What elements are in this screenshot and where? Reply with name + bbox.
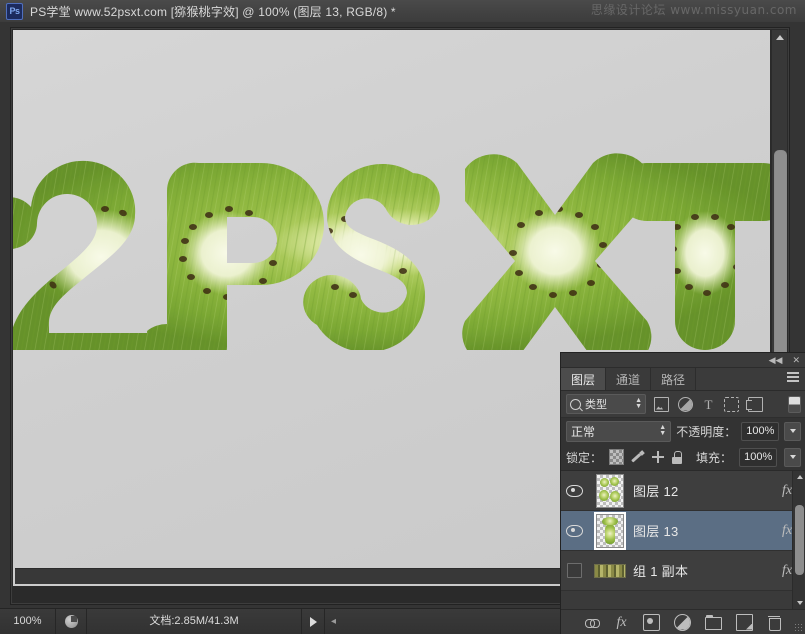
opacity-label: 不透明度： [676, 423, 736, 440]
document-size-icon [65, 615, 78, 628]
opacity-slider-button[interactable] [784, 422, 801, 441]
layer-name: 图层 12 [633, 481, 776, 500]
title-bar: Ps PS学堂 www.52psxt.com [猕猴桃字效] @ 100% (图… [0, 0, 805, 23]
filter-icon-group: T [654, 397, 763, 412]
panel-menu-icon[interactable] [787, 372, 801, 384]
lock-row: 锁定： 填充： 100% [561, 444, 805, 470]
layer-list-scroll-thumb[interactable] [795, 505, 804, 575]
layer-name: 组 1 副本 [633, 561, 776, 580]
tab-layers[interactable]: 图层 [561, 368, 606, 390]
delete-layer-icon[interactable] [767, 615, 782, 630]
scroll-up-arrow-icon[interactable] [776, 35, 784, 40]
resize-grip[interactable] [794, 623, 803, 632]
photoshop-window: Ps PS学堂 www.52psxt.com [猕猴桃字效] @ 100% (图… [0, 0, 805, 633]
type-filter-icon[interactable]: T [702, 398, 715, 411]
layer-thumbnail-cell[interactable] [587, 514, 633, 548]
layer-style-fx-icon: fx [782, 563, 792, 579]
panel-top-bar: ◀◀ ✕ [561, 353, 805, 368]
watermark-text: 思缘设计论坛 www.missyuan.com [591, 1, 797, 18]
blend-mode-row: 正常 ▲▼ 不透明度： 100% [561, 418, 805, 444]
lock-position-icon[interactable] [651, 450, 664, 464]
lock-all-icon[interactable] [670, 450, 683, 464]
new-adjustment-layer-icon[interactable] [674, 614, 691, 631]
letter-T [13, 135, 770, 350]
zoom-level[interactable]: 100% [0, 609, 56, 634]
fill-slider-button[interactable] [784, 448, 801, 467]
window-title: PS学堂 www.52psxt.com [猕猴桃字效] @ 100% (图层 1… [30, 3, 396, 20]
new-group-icon[interactable] [705, 617, 722, 630]
table-row[interactable]: 组 1 副本 fx [561, 551, 805, 591]
new-layer-icon[interactable] [736, 614, 753, 631]
opacity-value[interactable]: 100% [741, 422, 779, 441]
adjustment-filter-icon[interactable] [678, 397, 693, 412]
fill-value[interactable]: 100% [739, 448, 777, 467]
doc-size-icon-box [56, 609, 87, 634]
layer-style-fx-icon[interactable]: fx [614, 615, 629, 630]
blend-mode-dropdown[interactable]: 正常 ▲▼ [566, 421, 671, 442]
photoshop-logo-icon: Ps [6, 3, 23, 20]
layer-thumbnail-cell[interactable] [587, 564, 633, 578]
chevron-updown-icon: ▲▼ [635, 398, 642, 410]
fill-label: 填充： [696, 449, 732, 466]
layer-visibility-toggle[interactable] [561, 551, 587, 590]
scroll-up-arrow-icon[interactable] [797, 475, 803, 479]
layers-panel: ◀◀ ✕ 图层 通道 路径 类型 ▲▼ T [560, 352, 805, 634]
layer-thumbnail [596, 514, 624, 548]
layer-visibility-toggle[interactable] [561, 471, 587, 510]
chevron-updown-icon: ▲▼ [659, 425, 666, 437]
table-row[interactable]: 图层 12 fx [561, 471, 805, 511]
layer-thumbnail-cell[interactable] [587, 474, 633, 508]
tab-channels[interactable]: 通道 [606, 368, 651, 390]
eye-off-icon [567, 563, 582, 578]
layer-thumbnail [596, 474, 624, 508]
blend-mode-value: 正常 [571, 423, 595, 440]
document-info: 文档:2.85M/41.3M [87, 609, 302, 634]
layer-visibility-toggle[interactable] [561, 511, 587, 550]
pixel-filter-icon[interactable] [654, 397, 669, 412]
eye-icon [566, 525, 583, 537]
lock-label: 锁定： [566, 449, 602, 466]
close-icon[interactable]: ✕ [792, 356, 800, 365]
layers-panel-footer: fx [561, 609, 805, 634]
tab-paths[interactable]: 路径 [651, 368, 696, 390]
filter-type-dropdown[interactable]: 类型 ▲▼ [566, 394, 646, 414]
table-row[interactable]: 图层 13 fx [561, 511, 805, 551]
play-arrow-icon [310, 617, 317, 627]
lock-image-pixels-icon[interactable] [631, 450, 644, 464]
layer-list-scrollbar[interactable] [792, 471, 805, 609]
kiwi-letters-svg [13, 135, 770, 350]
scroll-down-arrow-icon[interactable] [797, 601, 803, 605]
shape-filter-icon[interactable] [724, 397, 739, 412]
layer-list: 图层 12 fx 图层 13 [561, 470, 805, 609]
eye-icon [566, 485, 583, 497]
collapse-double-arrow-icon[interactable]: ◀◀ [769, 356, 783, 365]
layer-filter-row: 类型 ▲▼ T [561, 391, 805, 418]
layer-style-fx-icon: fx [782, 483, 792, 499]
layer-style-fx-icon: fx [782, 523, 792, 539]
status-play-button[interactable] [302, 609, 325, 634]
smart-object-filter-icon[interactable] [748, 397, 763, 412]
add-layer-mask-icon[interactable] [643, 614, 660, 631]
filter-type-label: 类型 [585, 396, 607, 412]
link-layers-icon[interactable] [585, 615, 600, 630]
search-icon [570, 399, 581, 410]
group-thumbnail [594, 564, 626, 578]
artwork-kiwi-text [13, 135, 770, 350]
panel-tabs: 图层 通道 路径 [561, 368, 805, 391]
filter-enable-toggle[interactable] [788, 396, 801, 413]
lock-transparency-icon[interactable] [609, 449, 624, 465]
layer-name: 图层 13 [633, 521, 776, 540]
